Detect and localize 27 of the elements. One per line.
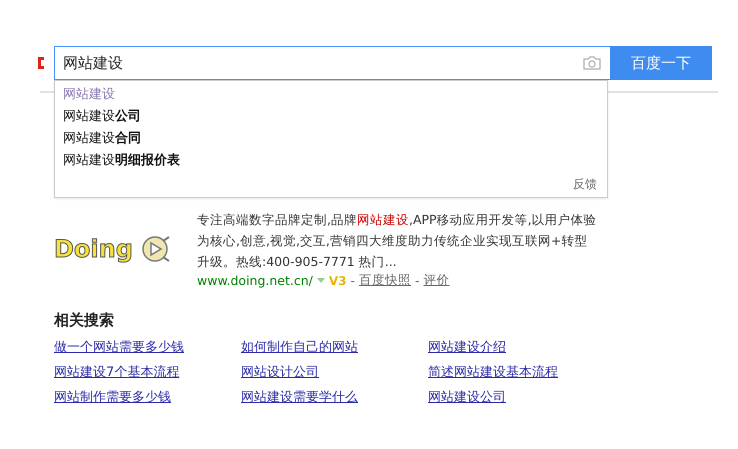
related-link[interactable]: 简述网站建设基本流程 [428, 365, 558, 380]
related-link[interactable]: 如何制作自己的网站 [241, 340, 358, 355]
related-link[interactable]: 网站建设介绍 [428, 340, 506, 355]
camera-icon[interactable] [582, 55, 602, 71]
logo-text: Doing [54, 235, 133, 263]
search-field[interactable]: 网站建设 [54, 46, 610, 80]
logo-icon [38, 55, 46, 71]
suggestion-item[interactable]: 网站建设明细报价表 [55, 150, 607, 172]
caret-icon[interactable] [316, 278, 325, 284]
suggestion-item[interactable]: 网站建设公司 [55, 106, 607, 128]
related-link[interactable]: 网站建设公司 [428, 390, 506, 405]
suggestion-item[interactable]: 网站建设合同 [55, 128, 607, 150]
related-link[interactable]: 网站制作需要多少钱 [54, 390, 171, 405]
level-label: V3 [328, 274, 347, 288]
related-link[interactable]: 网站建设需要学什么 [241, 390, 358, 405]
feedback-link[interactable]: 反馈 [573, 176, 597, 193]
suggestion-item[interactable]: 网站建设 [55, 84, 607, 106]
separator: - [350, 273, 356, 288]
result-link[interactable]: 评价 [424, 272, 450, 289]
result-description: 专注高端数字品牌定制,品牌网站建设,APP移动应用开发等,以用户体验为核心,创意,视觉,交互,营销四大维度助力传统企业实现互联网+转型升级。热线:400-905-7771 热门... [197, 211, 598, 271]
related-link[interactable]: 网站建设7个基本流程 [54, 365, 180, 380]
related-title: 相关搜索 [54, 311, 115, 330]
result-url[interactable]: www.doing.net.cn/ [197, 273, 313, 288]
related-link[interactable]: 网站设计公司 [241, 365, 319, 380]
related-link[interactable]: 做一个网站需要多少钱 [54, 340, 184, 355]
separator: - [415, 273, 420, 288]
result-link[interactable]: 百度快照 [359, 272, 412, 289]
